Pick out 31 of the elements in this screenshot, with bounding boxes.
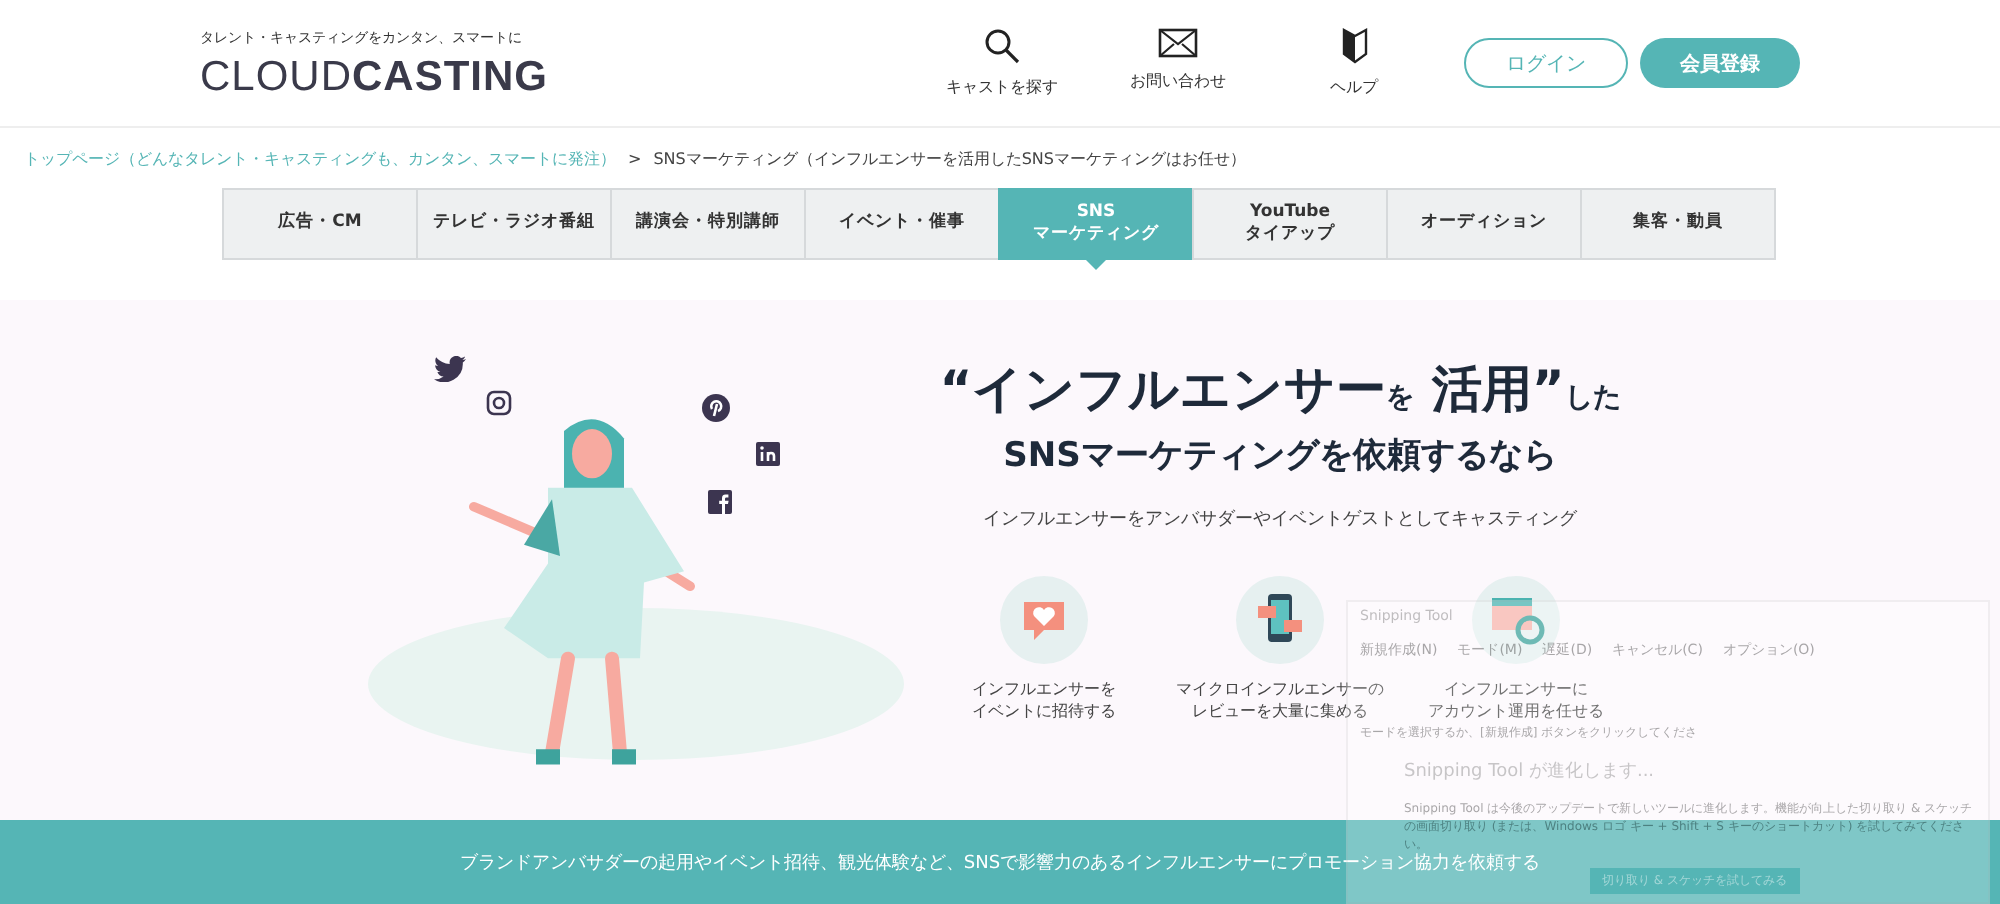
cloudcasting-logo[interactable]: CLOUDCASTING [200, 56, 549, 98]
hero-title: “インフルエンサーを 活用”した [939, 360, 1621, 420]
linkedin-icon [756, 442, 780, 466]
category-tab[interactable]: 集客・動員 [1580, 188, 1776, 260]
tab-pointer-icon [1084, 258, 1108, 270]
beginner-mark-icon [1341, 28, 1367, 64]
category-tab[interactable]: 講演会・特別講師 [610, 188, 806, 260]
facebook-icon [708, 490, 732, 514]
category-tab[interactable]: オーディション [1386, 188, 1582, 260]
hero-lead: インフルエンサーをアンバサダーやイベントゲストとしてキャスティング [983, 507, 1577, 532]
bird-icon [434, 356, 466, 382]
hero-subtitle: SNSマーケティングを依頼するなら [1003, 434, 1557, 478]
camera-icon [486, 390, 512, 416]
feature-caption: インフルエンサーを イベントに招待する [972, 680, 1116, 724]
browser-refresh-icon [1472, 576, 1560, 664]
nav-link[interactable]: ヘルプ [1284, 28, 1424, 98]
pin-icon [702, 394, 730, 422]
category-tab[interactable]: イベント・催事 [804, 188, 1000, 260]
breadcrumb-current: SNSマーケティング（インフルエンサーを活用したSNSマーケティングはお任せ） [653, 147, 1246, 169]
breadcrumb-separator: > [628, 149, 642, 167]
nav-link[interactable]: お問い合わせ [1108, 28, 1248, 98]
mail-icon [1158, 28, 1198, 58]
category-tab[interactable]: YouTube タイアップ [1192, 188, 1388, 260]
search-icon [984, 28, 1020, 64]
heart-bubble-icon [1000, 576, 1088, 664]
feature-caption: マイクロインフルエンサーの レビューを大量に集める [1176, 680, 1384, 724]
category-tab[interactable]: テレビ・ラジオ番組 [416, 188, 612, 260]
nav-link[interactable]: キャストを探す [932, 28, 1072, 98]
phone-icon [1236, 576, 1324, 664]
category-tab[interactable]: 広告・CM [222, 188, 418, 260]
feature-caption: インフルエンサーに アカウント運用を任せる [1428, 680, 1604, 724]
